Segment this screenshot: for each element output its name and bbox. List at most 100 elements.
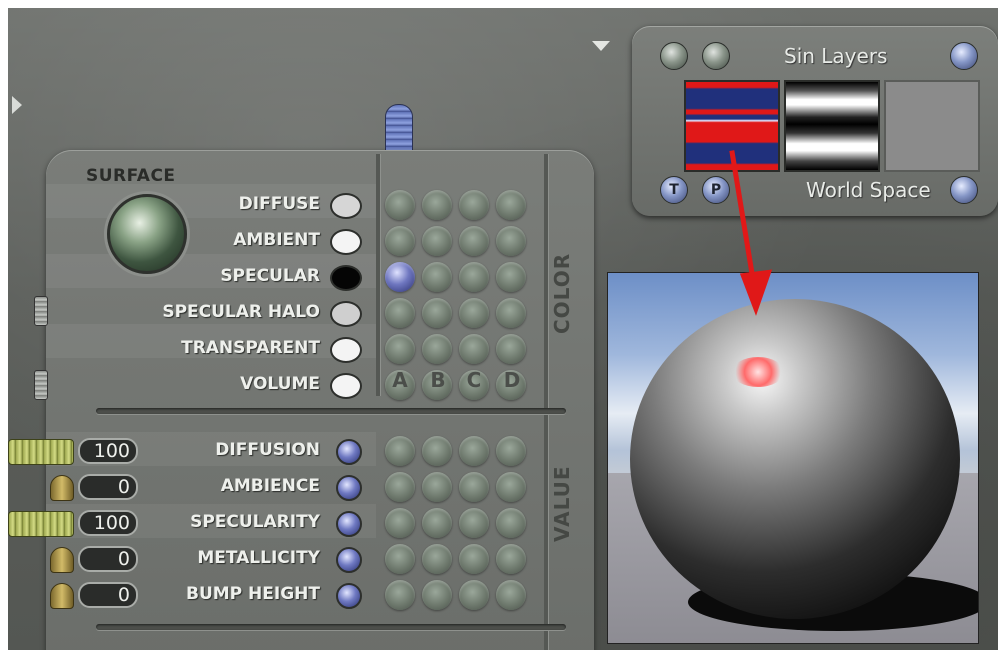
layer-slot-button[interactable] [385, 472, 415, 502]
layer-slot-button[interactable] [422, 472, 452, 502]
layer-slot-button[interactable] [459, 472, 489, 502]
value-label: METALLICITY [197, 548, 320, 568]
layer-slot-button[interactable] [459, 544, 489, 574]
value-slider[interactable] [50, 547, 74, 573]
render-preview [607, 272, 979, 644]
color-swatch-button[interactable] [330, 301, 362, 327]
layer-slot-button[interactable] [422, 580, 452, 610]
layer-slot-button[interactable] [459, 580, 489, 610]
layer-thumbnail-empty[interactable] [884, 80, 980, 172]
column-divider [544, 154, 548, 650]
color-swatch-button[interactable] [330, 337, 362, 363]
layer-slot-button[interactable] [496, 298, 526, 328]
layer-slot-button[interactable] [422, 544, 452, 574]
side-clip-icon[interactable] [34, 296, 48, 326]
layer-slot-button[interactable] [422, 226, 452, 256]
layer-slot-button[interactable] [385, 298, 415, 328]
expand-left-arrow-icon[interactable] [12, 96, 22, 114]
value-connect-button[interactable] [336, 439, 362, 465]
layer-slot-button[interactable] [385, 334, 415, 364]
layer-slot-button[interactable] [459, 334, 489, 364]
layer-slot-button[interactable] [459, 298, 489, 328]
layer-slot-button[interactable] [496, 190, 526, 220]
layer-slot-button[interactable] [496, 262, 526, 292]
value-slider[interactable] [50, 475, 74, 501]
layer-button-icon[interactable] [660, 42, 688, 70]
value-section-label: VALUE [550, 465, 574, 542]
layer-slot-button[interactable] [422, 262, 452, 292]
color-channel-row: TRANSPARENT [46, 332, 320, 366]
column-label-d: D [503, 368, 521, 392]
column-label-b: B [430, 368, 446, 392]
side-clip-icon[interactable] [34, 370, 48, 400]
layer-slot-button[interactable] [385, 226, 415, 256]
layer-slot-button[interactable] [422, 190, 452, 220]
value-connect-button[interactable] [336, 511, 362, 537]
color-channel-label: VOLUME [240, 374, 320, 394]
layer-slot-button[interactable] [459, 226, 489, 256]
layer-slot-button[interactable] [459, 508, 489, 538]
column-divider [376, 154, 380, 396]
color-swatch-button[interactable] [330, 229, 362, 255]
value-connect-button[interactable] [336, 547, 362, 573]
value-label: SPECULARITY [190, 512, 320, 532]
color-swatch-button[interactable] [330, 265, 362, 291]
color-swatch-button[interactable] [330, 193, 362, 219]
shader-editor: SURFACE DIFFUSE AMBIENT SPECULAR SPECULAR H… [8, 8, 998, 650]
layer-slot-button[interactable] [385, 190, 415, 220]
section-separator [96, 624, 566, 630]
space-dropdown-icon[interactable] [950, 176, 978, 204]
section-separator [96, 408, 566, 414]
layer-slot-button[interactable] [459, 190, 489, 220]
space-label[interactable]: World Space [806, 178, 931, 202]
value-connect-button[interactable] [336, 475, 362, 501]
layer-slot-button[interactable] [496, 472, 526, 502]
projection-button[interactable]: P [702, 176, 730, 204]
layer-slot-button[interactable] [385, 508, 415, 538]
layer-slot-button[interactable] [422, 334, 452, 364]
layer-slot-button[interactable] [385, 580, 415, 610]
value-slider[interactable] [8, 511, 74, 537]
color-channel-row: DIFFUSE [46, 188, 320, 222]
layer-slot-button[interactable] [385, 436, 415, 466]
layer-slot-button[interactable] [496, 508, 526, 538]
color-swatch-button[interactable] [330, 373, 362, 399]
projection-button-label: P [710, 182, 722, 198]
layer-slot-button[interactable] [385, 262, 415, 292]
specular-highlight [732, 357, 784, 387]
layer-slot-button[interactable] [422, 508, 452, 538]
layer-slot-button[interactable] [496, 334, 526, 364]
layer-slot-button[interactable] [422, 436, 452, 466]
layer-slot-button[interactable] [496, 580, 526, 610]
value-slider[interactable] [50, 583, 74, 609]
layer-slot-button[interactable] [459, 262, 489, 292]
layer-slot-button[interactable] [422, 298, 452, 328]
menu-dropdown-arrow-icon[interactable] [592, 41, 610, 51]
layer-slot-button[interactable] [459, 436, 489, 466]
layer-slot-button[interactable] [496, 544, 526, 574]
value-input[interactable]: 100 [78, 438, 138, 464]
value-input[interactable]: 100 [78, 510, 138, 536]
value-input[interactable]: 0 [78, 546, 138, 572]
layer-thumbnail-red-blue[interactable] [684, 80, 780, 172]
surface-panel: SURFACE DIFFUSE AMBIENT SPECULAR SPECULAR H… [46, 150, 594, 650]
color-channel-row: SPECULAR [46, 260, 320, 294]
layers-dropdown-icon[interactable] [950, 42, 978, 70]
color-channel-label: TRANSPARENT [181, 338, 320, 358]
layer-thumbnail-black-white[interactable] [784, 80, 880, 172]
value-connect-button[interactable] [336, 583, 362, 609]
tile-button[interactable]: T [660, 176, 688, 204]
color-channel-row: SPECULAR HALO [46, 296, 320, 330]
layer-button-icon[interactable] [702, 42, 730, 70]
color-channel-label: DIFFUSE [238, 194, 320, 214]
value-slider[interactable] [8, 439, 74, 465]
value-label: BUMP HEIGHT [186, 584, 320, 604]
color-channel-label: AMBIENT [233, 230, 320, 250]
layer-slot-button[interactable] [496, 226, 526, 256]
value-label: AMBIENCE [220, 476, 320, 496]
value-input[interactable]: 0 [78, 582, 138, 608]
surface-title: SURFACE [86, 166, 176, 186]
layer-slot-button[interactable] [496, 436, 526, 466]
layer-slot-button[interactable] [385, 544, 415, 574]
value-input[interactable]: 0 [78, 474, 138, 500]
